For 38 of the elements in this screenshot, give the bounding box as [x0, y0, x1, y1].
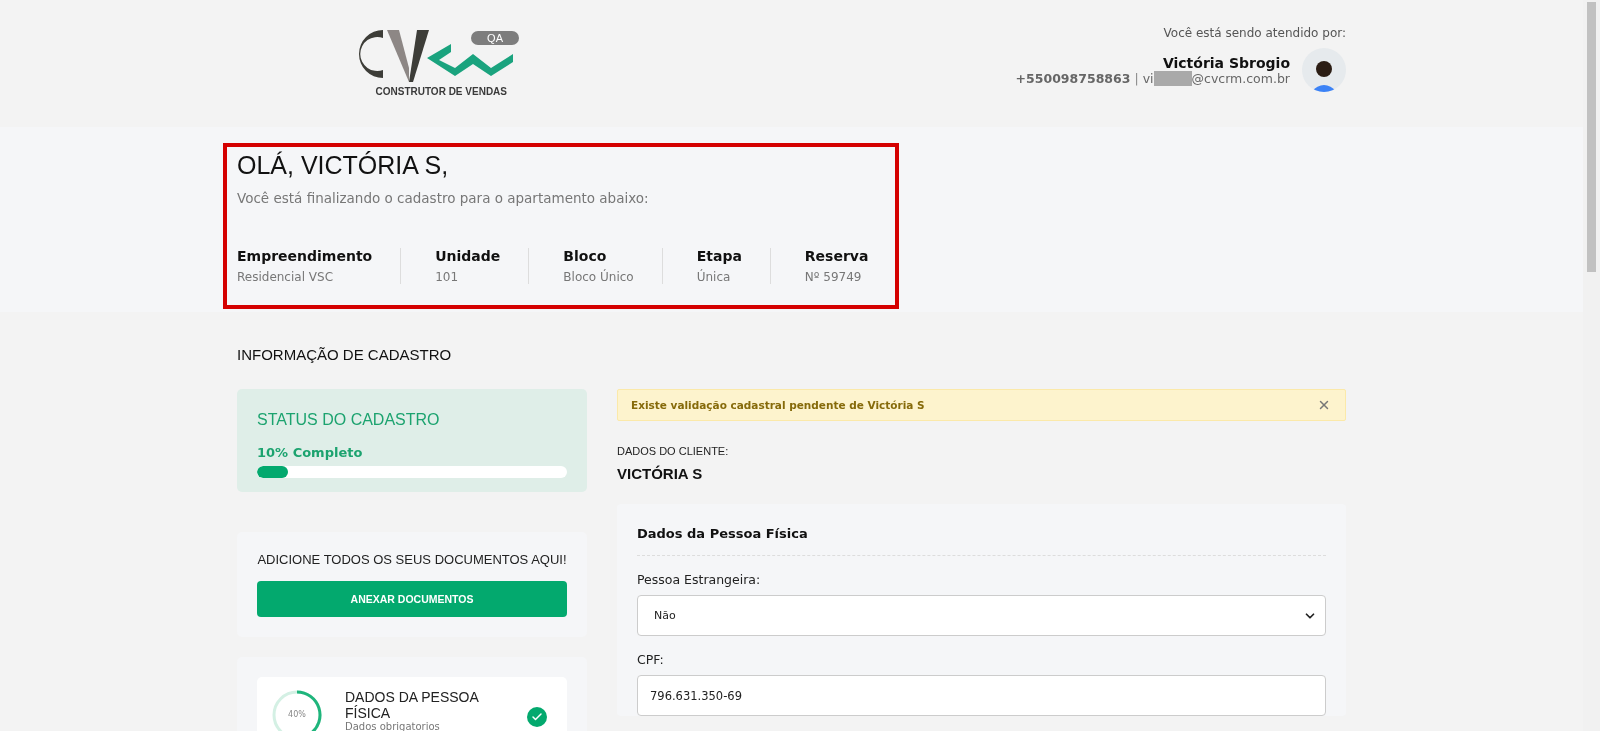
summary-value: Bloco Único	[563, 270, 634, 284]
scrollbar-thumb[interactable]	[1587, 2, 1596, 272]
phone-number: +550098758863	[1015, 70, 1131, 86]
redaction-block	[1153, 70, 1192, 86]
email-end: @cvcrm.com.br	[1191, 70, 1290, 86]
summary-label: Reserva	[804, 248, 869, 264]
greeting-subtitle: Você está finalizando o cadastro para o apartamento abaixo:	[237, 190, 650, 206]
greeting: OLÁ, VICTÓRIA S,	[237, 151, 450, 180]
ring-label: 40%	[288, 710, 306, 720]
client-name: VICTÓRIA S	[617, 465, 704, 482]
client-caption: DADOS DO CLIENTE:	[617, 445, 730, 457]
panel-title: Dados da Pessoa Física	[637, 526, 1326, 556]
summary-value: 101	[435, 270, 460, 284]
progress-caption: 10% Completo	[257, 445, 364, 460]
ring-track	[272, 690, 322, 731]
step-title: DADOS DA PESSOA FÍSICA	[345, 689, 480, 721]
summary-value: Nº 59749	[804, 270, 863, 284]
summary-label: Unidade	[435, 248, 501, 264]
separator: |	[1134, 70, 1139, 86]
summary-value: Residencial VSC	[237, 270, 334, 284]
logo-tagline: CONSTRUTOR DE VENDAS	[375, 86, 507, 97]
input-field[interactable]: 796.631.350-69	[637, 675, 1326, 716]
summary-label: Etapa	[696, 248, 742, 264]
field-label: Pessoa Estrangeira:	[637, 572, 762, 587]
field-label: CPF:	[637, 652, 665, 667]
alert-text: Existe validação cadastral pendente de Victória S	[631, 399, 925, 411]
summary-label: Empreendimento	[237, 248, 373, 264]
summary-label: Bloco	[563, 248, 608, 264]
summary-value: Única	[696, 270, 732, 284]
section-title: INFORMAÇÃO DE CADASTRO	[237, 346, 453, 363]
attendant-caption: Você está sendo atendido por:	[1163, 26, 1346, 40]
select-field[interactable]: Não	[637, 595, 1326, 636]
status-title: STATUS DO CADASTRO	[257, 411, 441, 429]
documents-title: ADICIONE TODOS OS SEUS DOCUMENTOS AQUI!	[257, 552, 567, 567]
close-button[interactable]	[1317, 398, 1331, 412]
logo-badge: QA	[471, 31, 519, 45]
attendant-name: Victória Sbrogio	[1162, 54, 1290, 71]
email-start: vi	[1142, 70, 1154, 86]
